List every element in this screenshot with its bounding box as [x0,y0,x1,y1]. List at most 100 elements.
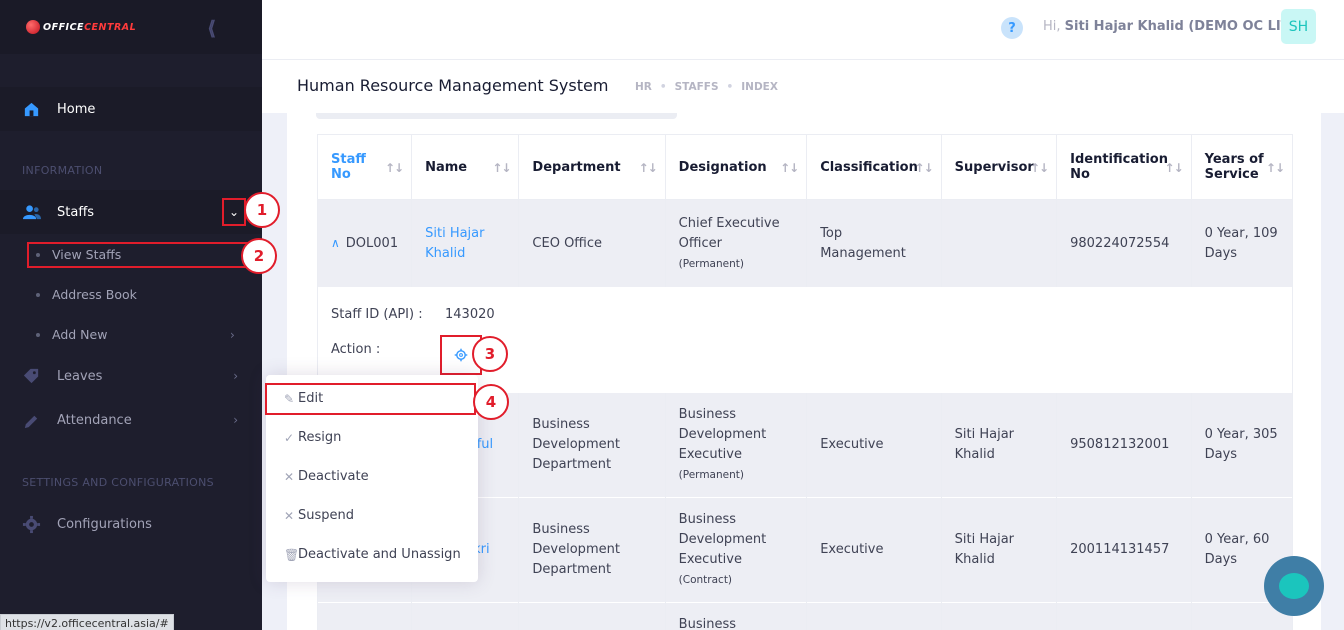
table-row[interactable]: ∧ DOL001 Siti Hajar Khalid CEO Office Chi… [316,199,1294,288]
breadcrumb-separator: • [659,81,667,93]
chat-widget-button[interactable] [1264,556,1324,616]
chat-bubble-icon [1279,573,1309,599]
breadcrumb-hr[interactable]: HR [635,81,652,93]
section-header-settings: SETTINGS AND CONFIGURATIONS [22,476,214,489]
menu-item-deactivate[interactable]: ✕ Deactivate [284,469,369,484]
cell-classification: Executive [806,497,942,603]
browser-status-url: https://v2.officecentral.asia/# [0,614,174,630]
gear-icon [454,348,468,362]
staff-id-label: Staff ID (API) : [331,307,423,322]
cell-staff-no [316,602,413,630]
sort-icon: ↑↓ [385,161,404,175]
greeting-prefix: Hi, [1043,19,1061,34]
sidebar-item-configurations[interactable]: Configurations [0,502,262,546]
column-header-years-of-service[interactable]: Years of Service ↑↓ [1190,134,1294,200]
column-label: Staff No [331,152,366,182]
chevron-right-icon: › [230,327,235,342]
designation-text: Business Development Executive [678,406,767,462]
menu-item-deactivate-unassign[interactable]: 🗑 Deactivate and Unassign [284,547,461,562]
column-label: Department [532,159,621,175]
cell-supervisor: Siti Hajar Khalid [940,497,1058,603]
sort-icon: ↑↓ [1030,161,1049,175]
sort-icon: ↑↓ [914,161,934,175]
collapse-sidebar-icon[interactable]: ⟨⟨ [207,16,216,40]
page-title: Human Resource Management System [297,76,609,95]
cell-classification: Top Management [806,199,942,288]
column-header-classification[interactable]: Classification ↑↓ [806,134,942,200]
sidebar-item-label: Home [57,101,96,117]
cell-name [411,602,520,630]
user-greeting[interactable]: Hi, Siti Hajar Khalid (DEMO OC LITE) [1043,19,1304,34]
column-header-department[interactable]: Department ↑↓ [518,134,666,200]
gear-icon [22,515,41,533]
column-label: Supervisor [954,159,1034,175]
breadcrumb-separator: • [726,81,734,93]
sidebar-subitem-address-book[interactable]: Address Book [36,287,137,302]
top-header: ? Hi, Siti Hajar Khalid (DEMO OC LITE) S… [262,0,1344,60]
step-badge-4: 4 [473,384,509,420]
cell-service: 0 Year, 109 Days [1190,199,1294,288]
cell-identification: 200114131457 [1056,497,1192,603]
cell-designation: Business [664,602,808,630]
staffs-expand-toggle[interactable]: ⌄ [222,198,246,226]
table-row[interactable]: Business [316,602,1294,630]
column-label: Designation [678,159,767,175]
horizontal-scrollbar[interactable] [316,113,677,119]
menu-item-label: Suspend [298,508,355,523]
help-icon[interactable]: ? [1001,17,1023,39]
chevron-right-icon: › [233,413,238,427]
sidebar-item-leaves[interactable]: Leaves › [0,354,262,398]
cell-supervisor [940,199,1058,288]
cell-classification: Executive [806,392,942,498]
cell-staff-no: ∧ DOL001 [316,199,413,288]
section-header-information: INFORMATION [22,164,103,177]
breadcrumb-index[interactable]: INDEX [741,81,778,93]
staff-id-value: 143020 [445,307,495,322]
column-header-supervisor[interactable]: Supervisor ↑↓ [940,134,1058,200]
sidebar-item-attendance[interactable]: Attendance › [0,398,262,442]
collapse-row-icon[interactable]: ∧ [331,236,340,250]
bullet-dot-icon [36,332,40,337]
column-header-designation[interactable]: Designation ↑↓ [664,134,808,200]
sort-icon: ↑↓ [780,161,799,175]
menu-item-suspend[interactable]: ✕ Suspend [284,508,354,523]
designation-text: Business Development Executive [678,512,767,567]
home-icon [24,102,39,116]
step-badge-3: 3 [472,336,508,372]
column-header-staff-no[interactable]: Staff No ↑↓ [316,134,413,200]
sidebar-subitem-label: Address Book [52,287,137,302]
cell-name: Siti Hajar Khalid [411,199,520,288]
staff-name-link[interactable]: Siti Hajar Khalid [425,226,484,261]
sidebar-subitem-add-new[interactable]: Add New › [36,327,246,342]
brand-bar: OFFICECENTRAL ⟨⟨ [0,0,262,54]
tag-icon [23,368,39,383]
user-name: Siti Hajar Khalid (DEMO OC LITE) [1064,19,1305,34]
menu-item-label: Deactivate and Unassign [298,547,461,562]
check-circle-icon: ✓ [284,430,295,445]
chevron-down-icon: ⌄ [228,205,240,219]
action-label: Action : [331,342,381,357]
menu-item-resign[interactable]: ✓ Resign [284,430,341,445]
cell-identification: 980224072554 [1056,199,1192,288]
employment-type: (Contract) [678,574,733,586]
users-icon [22,204,41,219]
cell-supervisor: Siti Hajar Khalid [940,392,1058,498]
cell-designation: Business Development Executive (Permanent… [664,392,808,498]
cell-department [518,602,666,630]
menu-item-label: Deactivate [298,469,369,484]
column-header-identification-no[interactable]: Identification No ↑↓ [1056,134,1192,200]
chevron-right-icon: › [233,369,238,383]
breadcrumb-staffs[interactable]: STAFFS [675,81,719,93]
column-header-name[interactable]: Name ↑↓ [411,134,520,200]
edit-highlight [265,383,476,415]
logo-ball-icon [26,20,40,34]
cell-service: 0 Year, 305 Days [1190,392,1294,498]
pencil-icon [24,415,38,428]
officecentral-logo[interactable]: OFFICECENTRAL [26,20,136,34]
breadcrumb: HR • STAFFS • INDEX [635,81,778,93]
avatar[interactable]: SH [1281,9,1316,44]
designation-text: Chief Executive Officer [678,215,780,251]
sidebar-item-home[interactable]: Home [0,87,262,131]
trash-icon: 🗑 [284,547,300,562]
employment-type: (Permanent) [678,468,744,481]
